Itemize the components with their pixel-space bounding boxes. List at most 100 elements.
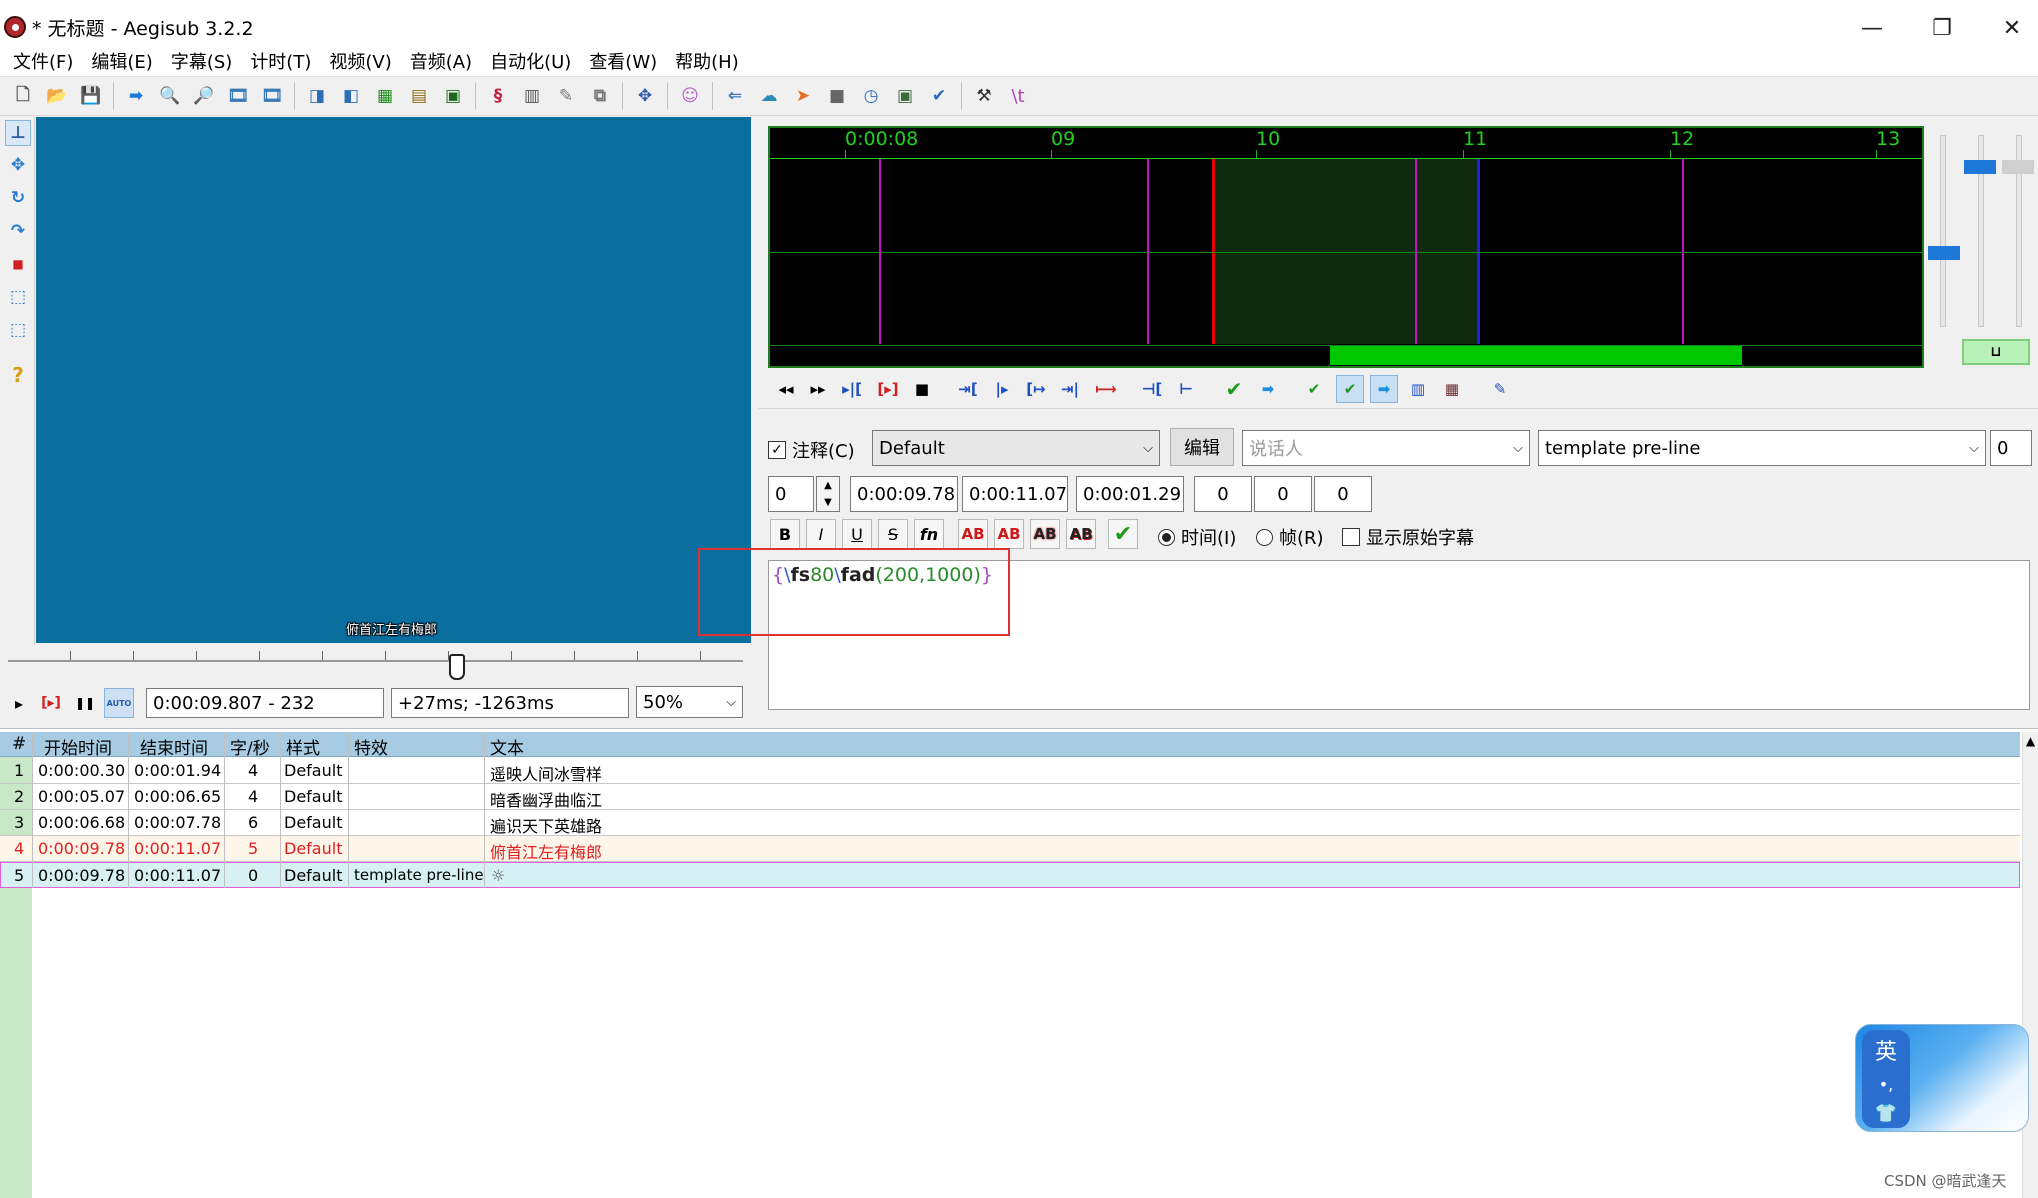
jump-icon[interactable]: ➡ bbox=[121, 81, 151, 111]
audio-play-first-icon[interactable]: |▸ bbox=[988, 375, 1016, 403]
time-radio[interactable] bbox=[1158, 528, 1175, 546]
spin-up-icon[interactable]: ▲ bbox=[824, 480, 832, 491]
end-time-field[interactable]: 0:00:11.07 bbox=[962, 476, 1068, 512]
spell-checker-icon[interactable]: ▣ bbox=[890, 81, 920, 111]
zoom-out-icon[interactable]: 🔎 bbox=[189, 81, 219, 111]
clock-icon[interactable]: ◷ bbox=[856, 81, 886, 111]
outline-color-button[interactable]: AB bbox=[1030, 519, 1060, 549]
open-video-icon[interactable]: 🎞 bbox=[223, 81, 253, 111]
show-original-checkbox[interactable] bbox=[1342, 528, 1360, 546]
menu-automation[interactable]: 自动化(U) bbox=[481, 46, 580, 76]
video-zoom-select[interactable]: 50% ⌵ bbox=[636, 686, 743, 718]
shadow-color-button[interactable]: AB bbox=[1066, 519, 1096, 549]
duration-field[interactable]: 0:00:01.29 bbox=[1076, 476, 1184, 512]
attachments-icon[interactable]: ▤ bbox=[404, 81, 434, 111]
minimize-button[interactable]: — bbox=[1842, 10, 1902, 46]
audio-stop-icon[interactable]: ■ bbox=[908, 375, 936, 403]
select-lines-icon[interactable]: ■ bbox=[822, 81, 852, 111]
edit-style-button[interactable]: 编辑 bbox=[1170, 428, 1234, 466]
translation-assistant-icon[interactable]: ☁ bbox=[754, 81, 784, 111]
italic-button[interactable]: I bbox=[806, 519, 836, 549]
pause-button[interactable]: ❚❚ bbox=[70, 688, 100, 718]
table-row-selected[interactable]: 5 0:00:09.78 0:00:11.07 0 Default templa… bbox=[0, 862, 2020, 888]
show-original-row[interactable]: 显示原始字幕 bbox=[1342, 524, 1474, 550]
kanji-timer-icon[interactable]: ☺ bbox=[675, 81, 705, 111]
auto-scroll-toggle[interactable]: AUTO bbox=[104, 688, 134, 718]
audio-play-last-icon[interactable]: [↦ bbox=[1022, 375, 1050, 403]
bold-button[interactable]: B bbox=[770, 519, 800, 549]
time-radio-row[interactable]: 时间(I) bbox=[1158, 524, 1236, 550]
style-select[interactable]: Default ⌵ bbox=[872, 430, 1160, 466]
table-row[interactable]: 3 0:00:06.68 0:00:07.78 6 Default 遍识天下英雄… bbox=[0, 810, 2020, 836]
frame-radio[interactable] bbox=[1256, 528, 1273, 546]
audio-play-selection-icon[interactable]: ▸|[ bbox=[838, 375, 866, 403]
primary-color-button[interactable]: AB bbox=[958, 519, 988, 549]
spin-down-icon[interactable]: ▼ bbox=[824, 497, 832, 508]
margin-right-field[interactable]: 0 bbox=[1254, 476, 1312, 512]
help-icon[interactable]: ? bbox=[5, 362, 31, 388]
rotate-z-tool-icon[interactable]: ↻ bbox=[5, 185, 31, 211]
menu-edit[interactable]: 编辑(E) bbox=[82, 46, 161, 76]
layer-field[interactable]: 0 bbox=[768, 476, 814, 512]
audio-karaoke-edit-icon[interactable]: ✎ bbox=[1486, 375, 1514, 403]
audio-spectrum-icon[interactable]: ▥ bbox=[1404, 375, 1432, 403]
audio-karaoke-icon[interactable]: ▦ bbox=[1438, 375, 1466, 403]
close-button[interactable]: ✕ bbox=[1982, 10, 2038, 46]
menu-view[interactable]: 查看(W) bbox=[580, 46, 666, 76]
snap-start-icon[interactable]: ◨ bbox=[302, 81, 332, 111]
audio-play-after-icon[interactable]: ⇥| bbox=[1056, 375, 1084, 403]
restore-button[interactable]: ❐ bbox=[1912, 10, 1972, 46]
margin-left-field[interactable]: 0 bbox=[1194, 476, 1252, 512]
styles-manager-icon[interactable]: ▦ bbox=[370, 81, 400, 111]
audio-go-next-icon[interactable]: ➡ bbox=[1254, 375, 1282, 403]
ime-badge[interactable]: 英 •, 👕 bbox=[1862, 1030, 1910, 1128]
audio-next-line-icon[interactable]: ▸▸ bbox=[804, 375, 832, 403]
snap-end-icon[interactable]: ◧ bbox=[336, 81, 366, 111]
menu-audio[interactable]: 音频(A) bbox=[401, 46, 481, 76]
menu-video[interactable]: 视频(V) bbox=[320, 46, 400, 76]
audio-play-line-icon[interactable]: [▸] bbox=[874, 375, 902, 403]
frame-radio-row[interactable]: 帧(R) bbox=[1256, 524, 1324, 550]
properties-icon[interactable]: ▥ bbox=[517, 81, 547, 111]
start-time-field[interactable]: 0:00:09.78 bbox=[850, 476, 958, 512]
rotate-xy-tool-icon[interactable]: ↷ bbox=[5, 218, 31, 244]
resample-icon[interactable]: ✥ bbox=[630, 81, 660, 111]
seek-thumb[interactable] bbox=[449, 654, 465, 680]
video-display[interactable] bbox=[36, 117, 751, 643]
standard-tool-icon[interactable]: ⊥ bbox=[5, 120, 31, 146]
audio-scroll-thumb[interactable] bbox=[1330, 346, 1742, 365]
table-row[interactable]: 1 0:00:00.30 0:00:01.94 4 Default 遥映人间冰雪… bbox=[0, 758, 2020, 784]
video-time-frame-field[interactable]: 0:00:09.807 - 232 bbox=[146, 688, 384, 718]
comment-checkbox[interactable]: ✓ bbox=[768, 441, 786, 459]
audio-volume-thumb[interactable] bbox=[1964, 160, 1996, 174]
drag-tool-icon[interactable]: ✥ bbox=[5, 152, 31, 178]
menu-file[interactable]: 文件(F) bbox=[4, 46, 82, 76]
transform-tag-icon[interactable]: \t bbox=[1003, 81, 1033, 111]
new-file-icon[interactable]: 🗋 bbox=[8, 81, 38, 111]
layer-spinner[interactable]: ▲ ▼ bbox=[816, 476, 840, 512]
audio-link-toggle[interactable]: ⊔ bbox=[1962, 339, 2030, 365]
menu-subtitle[interactable]: 字幕(S) bbox=[162, 46, 241, 76]
grid-scrollbar[interactable]: ▲ bbox=[2022, 732, 2038, 1198]
strikeout-button[interactable]: S bbox=[878, 519, 908, 549]
audio-auto-commit-icon[interactable]: ✔ bbox=[1300, 375, 1328, 403]
audio-zoom-slider[interactable] bbox=[1940, 135, 1946, 327]
margin-vertical-field[interactable]: 0 bbox=[1314, 476, 1372, 512]
edit-tool-icon[interactable]: ✎ bbox=[551, 81, 581, 111]
clip-tool-icon[interactable]: ⬚ bbox=[5, 284, 31, 310]
table-row-highlighted[interactable]: 4 0:00:09.78 0:00:11.07 5 Default 俯首江左有梅… bbox=[0, 836, 2020, 862]
audio-auto-next-icon[interactable]: ✔ bbox=[1336, 375, 1364, 403]
commit-icon[interactable]: ✔ bbox=[1108, 519, 1138, 549]
audio-lead-out-icon[interactable]: ⊢ bbox=[1172, 375, 1200, 403]
check-icon[interactable]: ✔ bbox=[924, 81, 954, 111]
chevron-up-icon[interactable]: ▲ bbox=[2023, 734, 2038, 748]
play-button[interactable]: ▸ bbox=[4, 688, 34, 718]
open-file-icon[interactable]: 📂 bbox=[42, 81, 72, 111]
save-file-icon[interactable]: 💾 bbox=[76, 81, 106, 111]
audio-prev-line-icon[interactable]: ◂◂ bbox=[772, 375, 800, 403]
table-row[interactable]: 2 0:00:05.07 0:00:06.65 4 Default 暗香幽浮曲临… bbox=[0, 784, 2020, 810]
char-count-field[interactable]: 0 bbox=[1990, 430, 2032, 466]
actor-combobox[interactable]: 说话人 ⌵ bbox=[1242, 430, 1530, 466]
underline-button[interactable]: U bbox=[842, 519, 872, 549]
font-button[interactable]: fn bbox=[914, 519, 944, 549]
